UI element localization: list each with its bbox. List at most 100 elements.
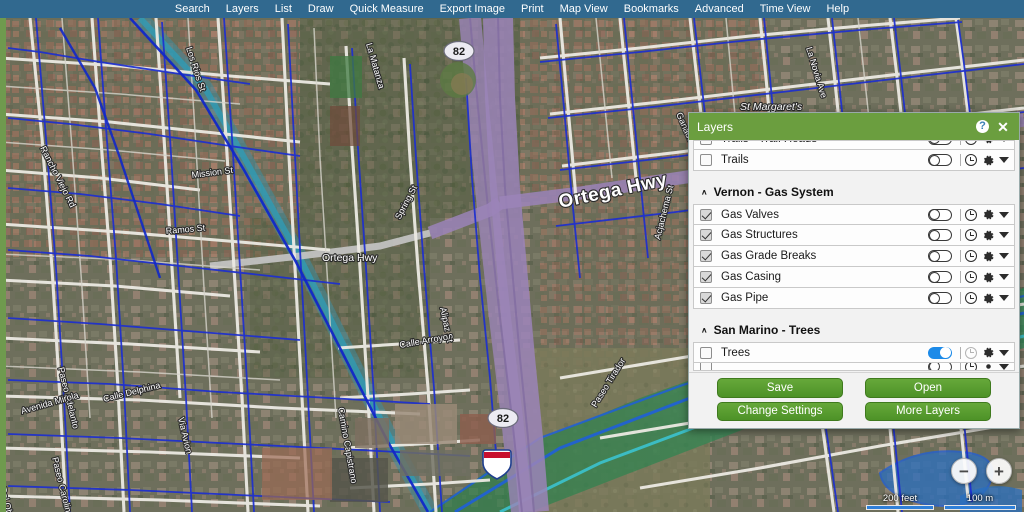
clock-icon[interactable] <box>965 154 977 166</box>
layer-group-header-vernon-gas-system[interactable]: ∧ Vernon - Gas System <box>693 180 1015 204</box>
layer-visibility-toggle[interactable] <box>928 141 952 145</box>
layer-group-label: Vernon - Gas System <box>713 185 834 199</box>
menu-item-list[interactable]: List <box>267 0 300 18</box>
gear-icon[interactable] <box>982 229 995 242</box>
layer-checkbox-trails[interactable] <box>700 154 712 166</box>
layer-row-trail-heads-clipped[interactable]: Trails - Trail Heads <box>693 140 1015 150</box>
clock-icon[interactable] <box>965 346 977 359</box>
clock-icon[interactable] <box>965 208 977 221</box>
menu-item-search[interactable]: Search <box>167 0 218 18</box>
control-divider <box>960 363 961 370</box>
layer-label-trails: Trails <box>721 154 749 166</box>
map-left-edge-strip <box>0 18 6 512</box>
highway-shield-82-north: 82 <box>443 40 475 62</box>
layer-checkbox-clipped[interactable] <box>700 363 712 370</box>
gear-icon[interactable] <box>982 346 995 359</box>
help-icon[interactable]: ? <box>976 120 989 133</box>
layer-checkbox-gas-structures[interactable] <box>700 229 712 241</box>
menu-item-draw[interactable]: Draw <box>300 0 342 18</box>
map-scale-bar: 200 feet 100 m <box>866 493 1016 510</box>
layer-visibility-toggle[interactable] <box>928 229 952 241</box>
layer-row-trees[interactable]: Trees <box>693 342 1015 363</box>
layer-row-trails[interactable]: Trails <box>693 150 1015 171</box>
menu-item-advanced[interactable]: Advanced <box>687 0 752 18</box>
chevron-down-icon[interactable] <box>999 232 1009 238</box>
menu-item-map-view[interactable]: Map View <box>552 0 616 18</box>
gear-icon[interactable] <box>982 250 995 263</box>
clock-icon[interactable] <box>965 271 977 283</box>
chevron-down-icon[interactable] <box>999 274 1009 280</box>
layer-checkbox-trees[interactable] <box>700 346 712 359</box>
layer-label-gas-casing: Gas Casing <box>721 271 782 283</box>
save-button[interactable]: Save <box>717 378 843 398</box>
layer-row-gas-pipe[interactable]: Gas Pipe <box>693 288 1015 309</box>
close-icon[interactable]: ✕ <box>995 119 1011 135</box>
gear-icon[interactable] <box>982 292 995 305</box>
gear-icon[interactable] <box>982 208 995 221</box>
menu-item-bookmarks[interactable]: Bookmarks <box>616 0 687 18</box>
menu-item-export-image[interactable]: Export Image <box>432 0 513 18</box>
layer-row-gas-casing[interactable]: Gas Casing <box>693 267 1015 288</box>
chevron-down-icon[interactable] <box>999 141 1009 142</box>
layer-group-header-san-marino-trees[interactable]: ∧ San Marino - Trees <box>693 318 1015 342</box>
gear-icon[interactable] <box>982 271 995 284</box>
layer-label-gas-grade-breaks: Gas Grade Breaks <box>721 250 817 262</box>
chevron-up-icon: ∧ <box>701 187 708 196</box>
top-menu-bar: Search Layers List Draw Quick Measure Ex… <box>0 0 1024 18</box>
layer-checkbox-gas-pipe[interactable] <box>700 292 712 304</box>
layer-label-gas-pipe: Gas Pipe <box>721 292 769 304</box>
layer-row-gas-structures[interactable]: Gas Structures <box>693 225 1015 246</box>
chevron-down-icon[interactable] <box>999 349 1009 356</box>
layer-visibility-toggle[interactable] <box>928 292 952 304</box>
chevron-down-icon[interactable] <box>999 157 1009 163</box>
layer-label-trail-heads: Trails - Trail Heads <box>721 141 928 145</box>
layers-panel-title: Layers <box>697 119 734 134</box>
layer-visibility-toggle[interactable] <box>928 208 952 221</box>
zoom-out-button[interactable]: − <box>951 458 977 484</box>
menu-item-layers[interactable]: Layers <box>218 0 267 18</box>
clock-icon[interactable] <box>965 363 977 370</box>
layer-visibility-toggle[interactable] <box>928 346 952 359</box>
gear-icon[interactable] <box>982 141 995 145</box>
chevron-down-icon[interactable] <box>999 253 1009 259</box>
gear-icon[interactable] <box>982 363 995 370</box>
chevron-down-icon[interactable] <box>999 211 1009 218</box>
layer-visibility-toggle[interactable] <box>928 250 952 262</box>
layer-checkbox-gas-valves[interactable] <box>700 208 712 221</box>
layer-row-clipped-bottom[interactable] <box>693 363 1015 371</box>
menu-item-print[interactable]: Print <box>513 0 552 18</box>
menu-item-help[interactable]: Help <box>818 0 857 18</box>
zoom-in-button[interactable]: + <box>986 458 1012 484</box>
clock-icon[interactable] <box>965 250 977 262</box>
control-divider <box>960 229 961 241</box>
layer-visibility-toggle[interactable] <box>928 271 952 283</box>
svg-text:82: 82 <box>453 46 465 58</box>
control-divider <box>960 154 961 166</box>
layer-visibility-toggle[interactable] <box>928 363 952 370</box>
chevron-down-icon[interactable] <box>999 363 1009 370</box>
clock-icon[interactable] <box>965 292 977 304</box>
open-button[interactable]: Open <box>865 378 991 398</box>
control-divider <box>960 141 961 145</box>
more-layers-button[interactable]: More Layers <box>865 401 991 421</box>
control-divider <box>960 250 961 262</box>
clock-icon[interactable] <box>965 141 977 145</box>
layer-checkbox-gas-casing[interactable] <box>700 271 712 283</box>
menu-item-time-view[interactable]: Time View <box>752 0 819 18</box>
layer-checkbox-gas-grade-breaks[interactable] <box>700 250 712 262</box>
clock-icon[interactable] <box>965 229 977 241</box>
layer-row-controls <box>928 250 1009 263</box>
layer-row-gas-valves[interactable]: Gas Valves <box>693 204 1015 225</box>
layer-list[interactable]: Trails - Trail Heads Trails <box>689 140 1019 372</box>
chevron-down-icon[interactable] <box>999 295 1009 301</box>
gear-icon[interactable] <box>982 154 995 167</box>
layer-row-gas-grade-breaks[interactable]: Gas Grade Breaks <box>693 246 1015 267</box>
layer-row-controls <box>928 141 1009 145</box>
scale-bar-meters-line <box>944 505 1016 510</box>
menu-item-quick-measure[interactable]: Quick Measure <box>342 0 432 18</box>
layer-checkbox-trail-heads[interactable] <box>700 141 712 145</box>
layer-row-controls <box>928 154 1009 167</box>
layer-visibility-toggle[interactable] <box>928 154 952 166</box>
change-settings-button[interactable]: Change Settings <box>717 401 843 421</box>
